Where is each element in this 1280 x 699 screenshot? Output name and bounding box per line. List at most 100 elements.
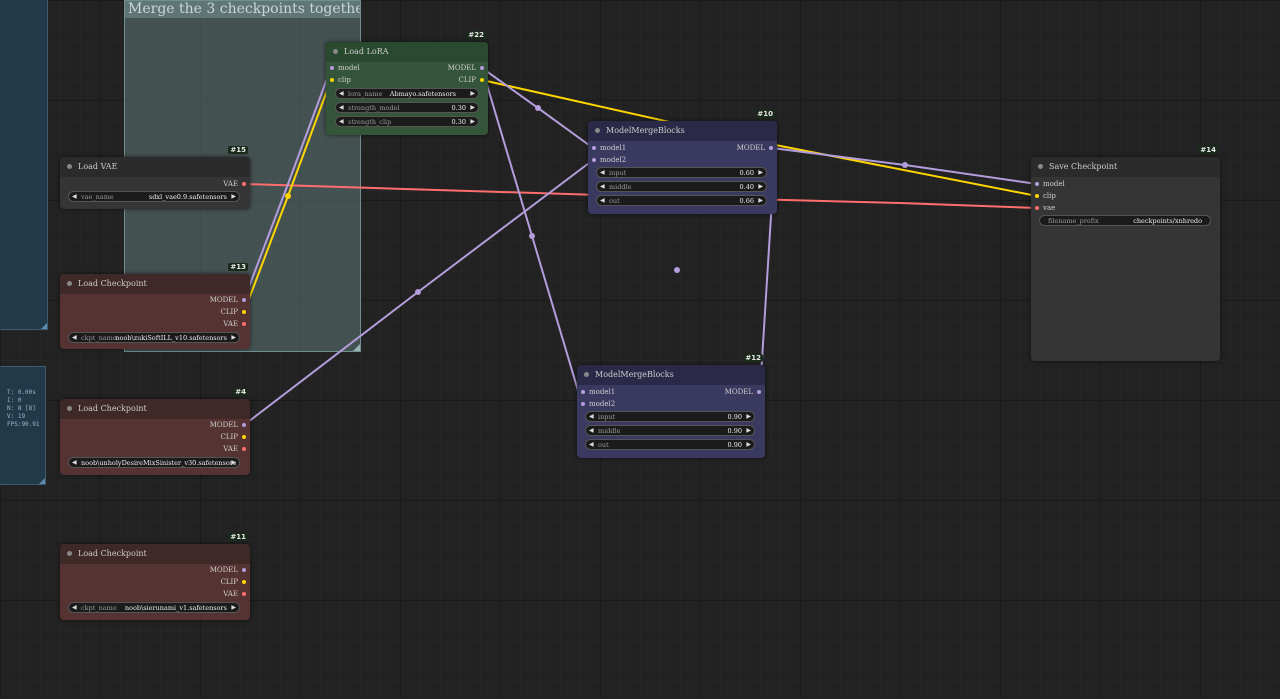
model-port-icon[interactable] [592,158,596,162]
model-port-icon[interactable] [592,146,596,150]
strength-clip-number[interactable]: ◀ strength_clip 0.30 ▶ [335,116,479,127]
input-clip[interactable]: clip [328,75,351,85]
output-clip[interactable]: CLIP [221,432,248,442]
ckpt-name-combo[interactable]: ◀ ckpt_name noob\sierunami_v1.safetensors ▶ [68,602,240,613]
vae-port-icon[interactable] [242,592,246,596]
collapse-dot-icon[interactable] [333,49,338,54]
model-port-icon[interactable] [242,423,246,427]
middle-ratio-number[interactable]: ◀ middle 0.40 ▶ [596,181,767,192]
node-load-checkpoint-11[interactable]: #11 Load Checkpoint MODEL CLIP VAE ◀ ckpt… [60,533,250,620]
link-midpoint[interactable] [674,267,680,273]
output-vae[interactable]: VAE [223,589,248,599]
node-load-checkpoint-13[interactable]: #13 Load Checkpoint MODEL CLIP VAE ◀ ckpt… [60,263,250,349]
output-model[interactable]: MODEL [210,565,248,575]
collapse-dot-icon[interactable] [67,406,72,411]
lora-name-combo[interactable]: ◀ lora_name Abmayo.safetensors ▶ [335,88,479,99]
arrow-left-icon: ◀ [339,118,344,125]
model-port-icon[interactable] [769,146,773,150]
node-header[interactable]: Load LoRA [326,42,488,62]
link-midpoint[interactable] [535,105,541,111]
out-ratio-number[interactable]: ◀ out 0.66 ▶ [596,195,767,206]
arrow-left-icon: ◀ [339,90,344,97]
node-model-merge-blocks-12[interactable]: #12 ModelMergeBlocks model1 model2 MODEL… [577,354,765,458]
output-model[interactable]: MODEL [210,295,248,305]
output-model[interactable]: MODEL [448,63,486,73]
collapse-dot-icon[interactable] [67,551,72,556]
node-header[interactable]: Save Checkpoint [1031,157,1220,177]
node-id-badge: #22 [466,31,486,39]
output-model[interactable]: MODEL [737,143,775,153]
input-ratio-number[interactable]: ◀ input 0.90 ▶ [585,411,755,422]
vae-name-combo[interactable]: ◀ vae_name sdxl_vae0.9.safetensors ▶ [68,191,240,202]
input-vae[interactable]: vae [1033,203,1055,213]
input-model[interactable]: model [1033,179,1065,189]
input-model1[interactable]: model1 [590,143,626,153]
model-port-icon[interactable] [581,402,585,406]
output-clip[interactable]: CLIP [221,307,248,317]
input-model1[interactable]: model1 [579,387,615,397]
node-id-badge: #14 [1198,146,1218,154]
out-ratio-number[interactable]: ◀ out 0.90 ▶ [585,439,755,450]
node-load-vae[interactable]: #15 Load VAE VAE ◀ vae_name sdxl_vae0.9.sa… [60,146,250,209]
node-title: Load VAE [78,162,118,171]
input-model2[interactable]: model2 [590,155,626,165]
output-model[interactable]: MODEL [210,420,248,430]
clip-port-icon[interactable] [242,435,246,439]
filename-prefix-field[interactable]: filename_prefix checkpoints/xnhredo [1039,215,1211,226]
collapse-dot-icon[interactable] [67,281,72,286]
link-midpoint[interactable] [902,162,908,168]
ckpt-name-combo[interactable]: ◀ ckpt_name noob\zukiSoftILL_v10.safetenso… [68,332,240,343]
collapse-dot-icon[interactable] [1038,164,1043,169]
output-clip[interactable]: CLIP [459,75,486,85]
clip-port-icon[interactable] [330,78,334,82]
arrow-right-icon: ▶ [746,427,751,434]
input-model2[interactable]: model2 [579,399,615,409]
clip-port-icon[interactable] [480,78,484,82]
input-ratio-number[interactable]: ◀ input 0.60 ▶ [596,167,767,178]
model-port-icon[interactable] [480,66,484,70]
arrow-left-icon: ◀ [600,183,605,190]
node-header[interactable]: Load VAE [60,157,250,177]
node-header[interactable]: ModelMergeBlocks [577,365,765,385]
model-port-icon[interactable] [1035,182,1039,186]
output-vae[interactable]: VAE [223,319,248,329]
collapse-dot-icon[interactable] [67,164,72,169]
output-vae[interactable]: VAE [223,179,248,189]
model-port-icon[interactable] [330,66,334,70]
input-model[interactable]: model [328,63,360,73]
node-header[interactable]: Load Checkpoint [60,399,250,419]
output-vae[interactable]: VAE [223,444,248,454]
ckpt-name-combo[interactable]: ◀ noob\unholyDesireMixSinister_v30.safete… [68,457,240,468]
node-header[interactable]: ModelMergeBlocks [588,121,777,141]
model-port-icon[interactable] [242,568,246,572]
model-port-icon[interactable] [242,298,246,302]
output-clip[interactable]: CLIP [221,577,248,587]
arrow-left-icon: ◀ [339,104,344,111]
node-model-merge-blocks-10[interactable]: #10 ModelMergeBlocks model1 model2 MODEL… [588,110,777,214]
node-header[interactable]: Load Checkpoint [60,274,250,294]
vae-port-icon[interactable] [242,447,246,451]
vae-port-icon[interactable] [242,182,246,186]
middle-ratio-number[interactable]: ◀ middle 0.90 ▶ [585,425,755,436]
clip-port-icon[interactable] [242,310,246,314]
input-clip[interactable]: clip [1033,191,1056,201]
link-midpoint[interactable] [415,289,421,295]
vae-port-icon[interactable] [242,322,246,326]
node-load-checkpoint-4[interactable]: #4 Load Checkpoint MODEL CLIP VAE ◀ noob\… [60,388,250,475]
clip-port-icon[interactable] [242,580,246,584]
output-model[interactable]: MODEL [725,387,763,397]
node-header[interactable]: Load Checkpoint [60,544,250,564]
model-port-icon[interactable] [757,390,761,394]
node-title: ModelMergeBlocks [606,126,685,135]
clip-port-icon[interactable] [1035,194,1039,198]
node-save-checkpoint[interactable]: #14 Save Checkpoint model clip vae filen… [1031,146,1220,361]
collapse-dot-icon[interactable] [595,128,600,133]
link-midpoint[interactable] [285,193,291,199]
collapse-dot-icon[interactable] [584,372,589,377]
arrow-right-icon: ▶ [746,413,751,420]
node-load-lora[interactable]: #22 Load LoRA model clip MODEL CLIP ◀ lor… [326,31,488,135]
model-port-icon[interactable] [581,390,585,394]
link-midpoint[interactable] [529,233,535,239]
vae-port-icon[interactable] [1035,206,1039,210]
strength-model-number[interactable]: ◀ strength_model 0.30 ▶ [335,102,479,113]
